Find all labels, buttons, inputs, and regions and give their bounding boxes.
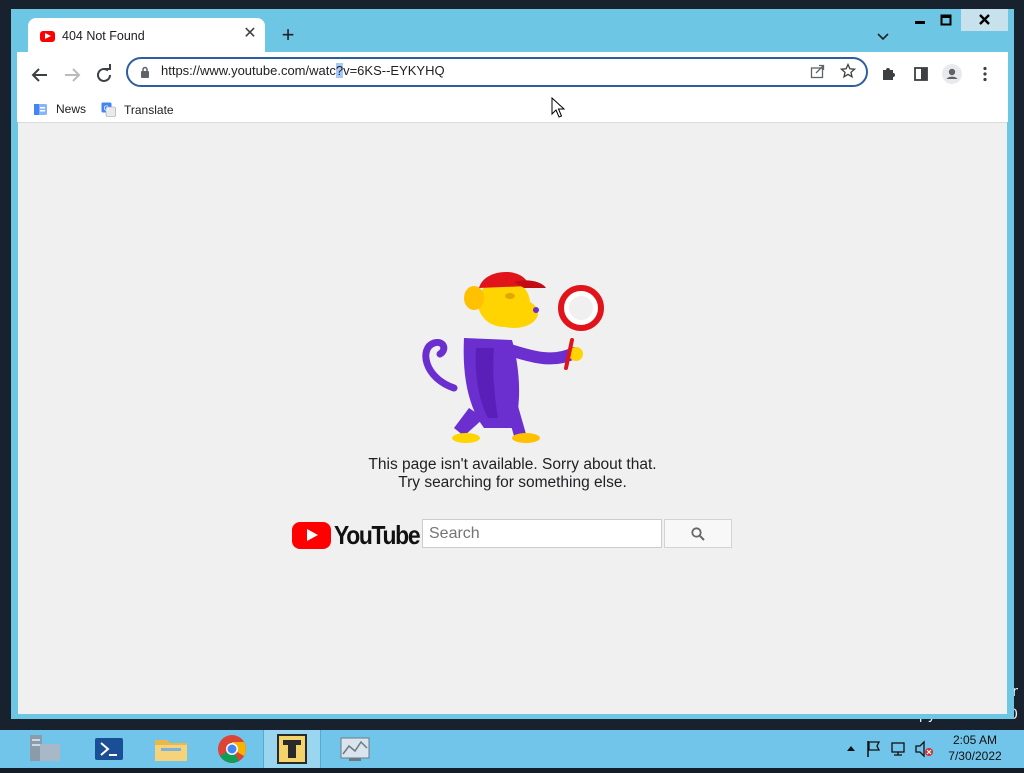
network-icon[interactable] <box>890 740 908 758</box>
youtube-logo[interactable]: YouTube <box>292 519 431 550</box>
powershell-icon[interactable] <box>81 730 137 768</box>
clock-date: 7/30/2022 <box>948 749 1002 763</box>
search-icon <box>691 527 705 541</box>
news-icon <box>34 103 47 115</box>
server-manager-icon[interactable] <box>18 730 74 768</box>
close-window-button[interactable] <box>961 9 1008 31</box>
error-message-line2: Try searching for something else. <box>398 474 627 491</box>
error-message-line1: This page isn't available. Sorry about t… <box>368 456 657 473</box>
bookmarks-bar: News G Translate <box>17 96 1008 122</box>
bookmark-star-icon[interactable] <box>839 62 857 84</box>
translate-icon: G <box>101 102 116 117</box>
reload-icon[interactable] <box>91 62 117 88</box>
share-icon[interactable] <box>810 63 826 84</box>
url-text[interactable]: https://www.youtube.com/watc?v=6KS--EYKY… <box>161 63 445 78</box>
monkey-illustration <box>422 271 604 443</box>
bookmark-news[interactable]: News <box>33 102 86 116</box>
bookmark-translate-label: Translate <box>124 102 174 117</box>
tab-title: 404 Not Found <box>62 29 145 43</box>
volume-muted-icon[interactable] <box>914 740 934 758</box>
app-icon[interactable] <box>263 730 321 768</box>
maximize-button[interactable] <box>934 9 958 31</box>
search-button[interactable] <box>664 519 732 548</box>
page-content: This page isn't available. Sorry about t… <box>18 122 1007 714</box>
browser-window: 404 Not Found ✕ + https://www.youtube.co… <box>11 9 1014 719</box>
action-center-flag-icon[interactable] <box>866 740 882 758</box>
close-tab-icon[interactable]: ✕ <box>241 25 259 43</box>
bookmark-news-label: News <box>56 102 87 116</box>
mouse-cursor-icon <box>551 97 565 118</box>
lock-icon[interactable] <box>140 65 150 83</box>
address-bar[interactable]: https://www.youtube.com/watc?v=6KS--EYKY… <box>126 57 868 87</box>
profile-avatar-icon[interactable] <box>940 62 964 86</box>
performance-monitor-icon[interactable] <box>327 730 383 768</box>
bookmark-translate[interactable]: G Translate <box>101 102 174 117</box>
youtube-logo-text: YouTube <box>334 519 421 550</box>
browser-toolbar: https://www.youtube.com/watc?v=6KS--EYKY… <box>17 52 1008 122</box>
extensions-puzzle-icon[interactable] <box>877 62 901 86</box>
youtube-play-icon <box>292 521 331 549</box>
taskbar-clock[interactable]: 2:05 AM 7/30/2022 <box>939 732 1011 764</box>
file-explorer-icon[interactable] <box>143 730 199 768</box>
search-input[interactable] <box>422 519 662 548</box>
side-panel-icon[interactable] <box>909 62 933 86</box>
tab-search-chevron-icon[interactable] <box>873 26 893 46</box>
minimize-button[interactable] <box>908 9 932 31</box>
chrome-icon[interactable] <box>204 730 260 768</box>
youtube-icon <box>40 31 55 42</box>
menu-kebab-icon[interactable] <box>973 62 997 86</box>
clock-time: 2:05 AM <box>952 733 998 747</box>
new-tab-button[interactable]: + <box>277 24 299 47</box>
back-arrow-icon[interactable] <box>27 62 53 88</box>
forward-arrow-icon[interactable] <box>59 62 85 88</box>
show-hidden-icons-icon[interactable] <box>845 740 857 756</box>
taskbar: 2:05 AM 7/30/2022 <box>0 730 1024 768</box>
svg-text:G: G <box>104 105 109 112</box>
